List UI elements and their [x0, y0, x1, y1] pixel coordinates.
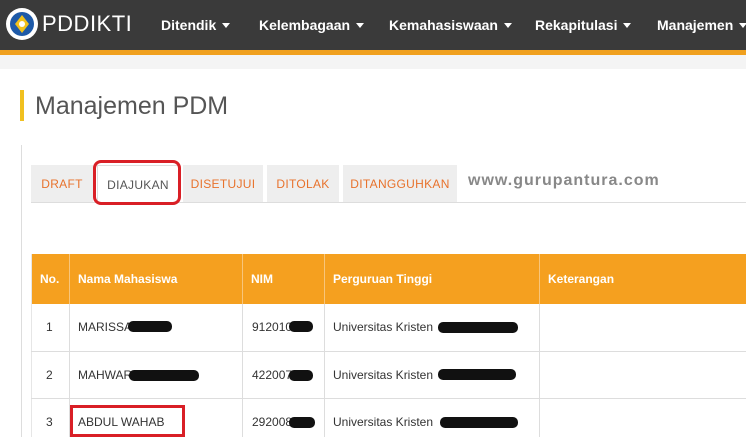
redaction-mark [129, 370, 199, 381]
nav-item-kelembagaan[interactable]: Kelembagaan [259, 0, 365, 50]
cell-perguruan-tinggi: Universitas Kristen [333, 320, 434, 334]
redaction-mark [289, 370, 313, 381]
cell-perguruan-tinggi: Universitas Kristen [333, 415, 434, 429]
tab-ditolak[interactable]: DITOLAK [267, 165, 339, 202]
nav-item-label: Rekapitulasi [535, 17, 618, 33]
tab-draft[interactable]: DRAFT [31, 165, 93, 202]
tab-disetujui[interactable]: DISETUJUI [183, 165, 263, 202]
row-divider [31, 398, 746, 399]
title-accent-bar [20, 90, 24, 121]
column-header-nim: NIM [251, 272, 273, 286]
tut-wuri-handayani-logo-icon [6, 8, 38, 40]
column-header-no: No. [40, 272, 60, 286]
column-divider [324, 254, 325, 304]
column-divider [324, 304, 325, 437]
caret-down-icon [623, 22, 632, 28]
cell-nim: 292008 [252, 415, 293, 429]
redaction-mark [289, 417, 315, 428]
cell-nim: 422007 [252, 368, 293, 382]
cell-no: 1 [46, 320, 53, 334]
cell-perguruan-tinggi: Universitas Kristen [333, 368, 434, 382]
top-navbar: PDDIKTI Ditendik Kelembagaan Kemahasiswa… [0, 0, 746, 50]
redaction-mark [438, 322, 518, 333]
column-header-keterangan: Keterangan [548, 272, 615, 286]
column-divider [539, 304, 540, 437]
caret-down-icon [739, 22, 746, 28]
watermark-text: www.gurupantura.com [468, 172, 660, 189]
nav-item-rekapitulasi[interactable]: Rekapitulasi [535, 0, 632, 50]
nav-item-ditendik[interactable]: Ditendik [161, 0, 231, 50]
cell-nim: 912010 [252, 320, 293, 334]
caret-down-icon [503, 22, 512, 28]
app-logo[interactable]: PDDIKTI [6, 8, 132, 40]
redaction-mark [128, 321, 172, 332]
caret-down-icon [356, 22, 365, 28]
tab-ditangguhkan[interactable]: DITANGGUHKAN [343, 165, 457, 202]
nav-item-manajemen[interactable]: Manajemen [657, 0, 746, 50]
redaction-mark [289, 321, 313, 332]
nav-item-label: Kelembagaan [259, 17, 351, 33]
redaction-mark [440, 417, 518, 428]
row-divider [31, 351, 746, 352]
column-divider [539, 254, 540, 304]
column-header-perguruan-tinggi: Perguruan Tinggi [333, 272, 433, 286]
content-border [21, 145, 22, 437]
column-divider [242, 254, 243, 304]
nav-item-kemahasiswaan[interactable]: Kemahasiswaan [389, 0, 512, 50]
column-header-nama: Nama Mahasiswa [78, 272, 178, 286]
table-border-left [31, 254, 32, 437]
cell-nama: MARISSA [78, 320, 133, 334]
nav-item-label: Kemahasiswaan [389, 17, 498, 33]
app-logo-text: PDDIKTI [42, 11, 133, 36]
column-divider [242, 304, 243, 437]
caret-down-icon [222, 22, 231, 28]
column-divider [69, 254, 70, 304]
cell-nama: MAHWAR [78, 368, 133, 382]
redaction-mark [438, 369, 516, 380]
highlight-ring-tab [93, 160, 181, 205]
page-title: Manajemen PDM [35, 92, 229, 120]
cell-no: 2 [46, 368, 53, 382]
cell-no: 3 [46, 415, 53, 429]
table-header: No. Nama Mahasiswa NIM Perguruan Tinggi … [31, 254, 746, 304]
nav-item-label: Manajemen [657, 17, 734, 33]
sub-header-bar [0, 55, 746, 69]
highlight-box-name [70, 405, 185, 437]
nav-item-label: Ditendik [161, 17, 217, 33]
